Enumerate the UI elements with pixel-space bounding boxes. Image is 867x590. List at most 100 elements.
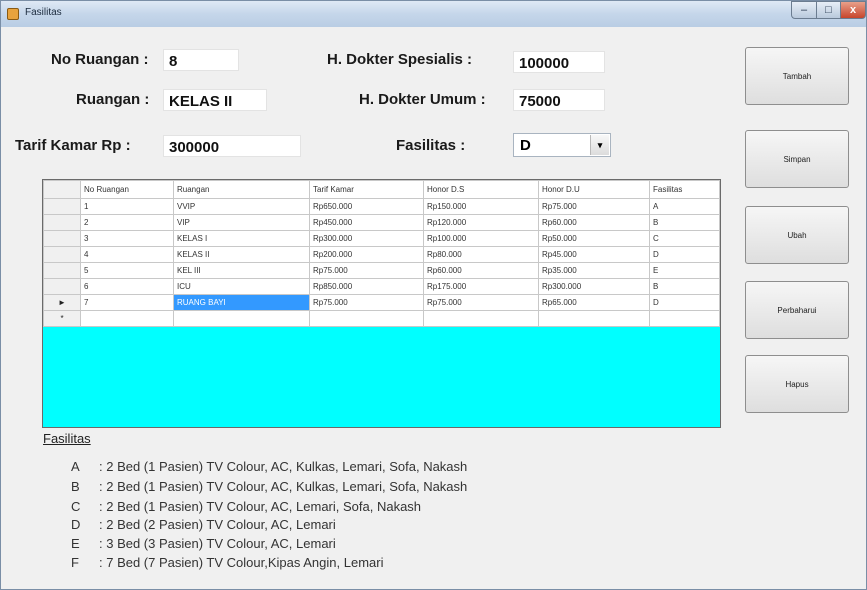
cell-tarif-kamar[interactable]: Rp450.000 [309, 214, 424, 231]
chevron-down-icon[interactable]: ▾ [590, 135, 609, 155]
column-header-no-ruangan[interactable]: No Ruangan [80, 180, 174, 199]
table-row[interactable]: 3 KELAS I Rp300.000 Rp100.000 Rp50.000 C [43, 230, 720, 247]
cell-ruangan[interactable]: VVIP [173, 198, 310, 215]
cell-honor-du[interactable]: Rp45.000 [538, 246, 650, 263]
column-header-fasilitas[interactable]: Fasilitas [649, 180, 720, 199]
cell-honor-ds[interactable]: Rp80.000 [423, 246, 539, 263]
cell-empty[interactable] [649, 310, 720, 327]
cell-tarif-kamar[interactable]: Rp75.000 [309, 294, 424, 311]
cell-no-ruangan[interactable]: 7 [80, 294, 174, 311]
ruangan-label: Ruangan : [76, 91, 150, 108]
cell-ruangan[interactable]: KELAS II [173, 246, 310, 263]
current-row-indicator-icon[interactable]: ► [43, 294, 81, 311]
ruangan-field[interactable]: KELAS II [163, 89, 267, 111]
cell-no-ruangan[interactable]: 1 [80, 198, 174, 215]
cell-tarif-kamar[interactable]: Rp850.000 [309, 278, 424, 295]
new-row-indicator-icon[interactable]: * [43, 310, 81, 327]
no-ruangan-label: No Ruangan : [51, 51, 149, 68]
cell-fasilitas[interactable]: A [649, 198, 720, 215]
h-dokter-umum-field[interactable]: 75000 [513, 89, 605, 111]
row-header[interactable] [43, 198, 81, 215]
hapus-button[interactable]: Hapus [745, 355, 849, 413]
row-header[interactable] [43, 246, 81, 263]
row-header[interactable] [43, 278, 81, 295]
rooms-table: No Ruangan Ruangan Tarif Kamar Honor D.S… [43, 180, 720, 327]
cell-no-ruangan[interactable]: 2 [80, 214, 174, 231]
cell-honor-ds[interactable]: Rp175.000 [423, 278, 539, 295]
tambah-button[interactable]: Tambah [745, 47, 849, 105]
h-dokter-spesialis-field[interactable]: 100000 [513, 51, 605, 73]
row-header[interactable] [43, 262, 81, 279]
simpan-button[interactable]: Simpan [745, 130, 849, 188]
cell-ruangan[interactable]: KEL III [173, 262, 310, 279]
cell-fasilitas[interactable]: D [649, 294, 720, 311]
cell-honor-ds[interactable]: Rp75.000 [423, 294, 539, 311]
table-row[interactable]: 2 VIP Rp450.000 Rp120.000 Rp60.000 B [43, 214, 720, 231]
maximize-button[interactable]: □ [816, 1, 841, 19]
cell-tarif-kamar[interactable]: Rp300.000 [309, 230, 424, 247]
row-header-corner[interactable] [43, 180, 81, 199]
column-header-tarif-kamar[interactable]: Tarif Kamar [309, 180, 424, 199]
h-dokter-umum-label: H. Dokter Umum : [359, 91, 486, 108]
no-ruangan-field[interactable]: 8 [163, 49, 239, 71]
cell-honor-du[interactable]: Rp75.000 [538, 198, 650, 215]
table-row[interactable]: 4 KELAS II Rp200.000 Rp80.000 Rp45.000 D [43, 246, 720, 263]
fasilitas-combobox[interactable]: D ▾ [513, 133, 611, 157]
cell-empty[interactable] [309, 310, 424, 327]
cell-honor-du[interactable]: Rp60.000 [538, 214, 650, 231]
table-row[interactable]: 1 VVIP Rp650.000 Rp150.000 Rp75.000 A [43, 198, 720, 215]
cell-honor-ds[interactable]: Rp60.000 [423, 262, 539, 279]
table-row-current[interactable]: ► 7 RUANG BAYI Rp75.000 Rp75.000 Rp65.00… [43, 294, 720, 311]
table-row[interactable]: 5 KEL III Rp75.000 Rp60.000 Rp35.000 E [43, 262, 720, 279]
perbaharui-button[interactable]: Perbaharui [745, 281, 849, 339]
tarif-kamar-field[interactable]: 300000 [163, 135, 301, 157]
minimize-button[interactable]: – [791, 1, 817, 19]
cell-no-ruangan[interactable]: 3 [80, 230, 174, 247]
column-header-honor-du[interactable]: Honor D.U [538, 180, 650, 199]
cell-empty[interactable] [80, 310, 174, 327]
cell-fasilitas[interactable]: D [649, 246, 720, 263]
close-button[interactable]: x [840, 1, 866, 19]
column-header-honor-ds[interactable]: Honor D.S [423, 180, 539, 199]
cell-tarif-kamar[interactable]: Rp200.000 [309, 246, 424, 263]
cell-fasilitas[interactable]: B [649, 214, 720, 231]
cell-honor-du[interactable]: Rp65.000 [538, 294, 650, 311]
cell-honor-du[interactable]: Rp35.000 [538, 262, 650, 279]
cell-honor-du[interactable]: Rp300.000 [538, 278, 650, 295]
cell-ruangan[interactable]: KELAS I [173, 230, 310, 247]
cell-empty[interactable] [173, 310, 310, 327]
cell-tarif-kamar[interactable]: Rp650.000 [309, 198, 424, 215]
cell-honor-ds[interactable]: Rp120.000 [423, 214, 539, 231]
cell-ruangan[interactable]: VIP [173, 214, 310, 231]
cell-no-ruangan[interactable]: 4 [80, 246, 174, 263]
cell-tarif-kamar[interactable]: Rp75.000 [309, 262, 424, 279]
rooms-data-grid[interactable]: No Ruangan Ruangan Tarif Kamar Honor D.S… [42, 179, 721, 428]
cell-empty[interactable] [423, 310, 539, 327]
fasilitas-legend-title: Fasilitas [43, 431, 91, 446]
table-row-new[interactable]: * [43, 310, 720, 327]
cell-honor-ds[interactable]: Rp150.000 [423, 198, 539, 215]
form-body: No Ruangan : 8 Ruangan : KELAS II Tarif … [9, 27, 860, 583]
cell-fasilitas[interactable]: E [649, 262, 720, 279]
cell-ruangan[interactable]: ICU [173, 278, 310, 295]
cell-fasilitas[interactable]: B [649, 278, 720, 295]
legend-item: C: 2 Bed (1 Pasien) TV Colour, AC, Lemar… [71, 499, 422, 514]
row-header[interactable] [43, 230, 81, 247]
title-bar[interactable]: Fasilitas – □ x [1, 1, 866, 27]
row-header[interactable] [43, 214, 81, 231]
cell-honor-ds[interactable]: Rp100.000 [423, 230, 539, 247]
cell-ruangan-selected[interactable]: RUANG BAYI [173, 294, 310, 311]
app-window: Fasilitas – □ x No Ruangan : 8 Ruangan :… [0, 0, 867, 590]
cell-honor-du[interactable]: Rp50.000 [538, 230, 650, 247]
cell-no-ruangan[interactable]: 6 [80, 278, 174, 295]
table-row[interactable]: 6 ICU Rp850.000 Rp175.000 Rp300.000 B [43, 278, 720, 295]
ubah-button[interactable]: Ubah [745, 206, 849, 264]
tarif-kamar-label: Tarif Kamar Rp : [15, 137, 131, 154]
legend-item: A: 2 Bed (1 Pasien) TV Colour, AC, Kulka… [71, 459, 468, 474]
cell-fasilitas[interactable]: C [649, 230, 720, 247]
h-dokter-spesialis-label: H. Dokter Spesialis : [327, 51, 473, 68]
cell-empty[interactable] [538, 310, 650, 327]
table-header-row: No Ruangan Ruangan Tarif Kamar Honor D.S… [43, 180, 720, 199]
cell-no-ruangan[interactable]: 5 [80, 262, 174, 279]
column-header-ruangan[interactable]: Ruangan [173, 180, 310, 199]
